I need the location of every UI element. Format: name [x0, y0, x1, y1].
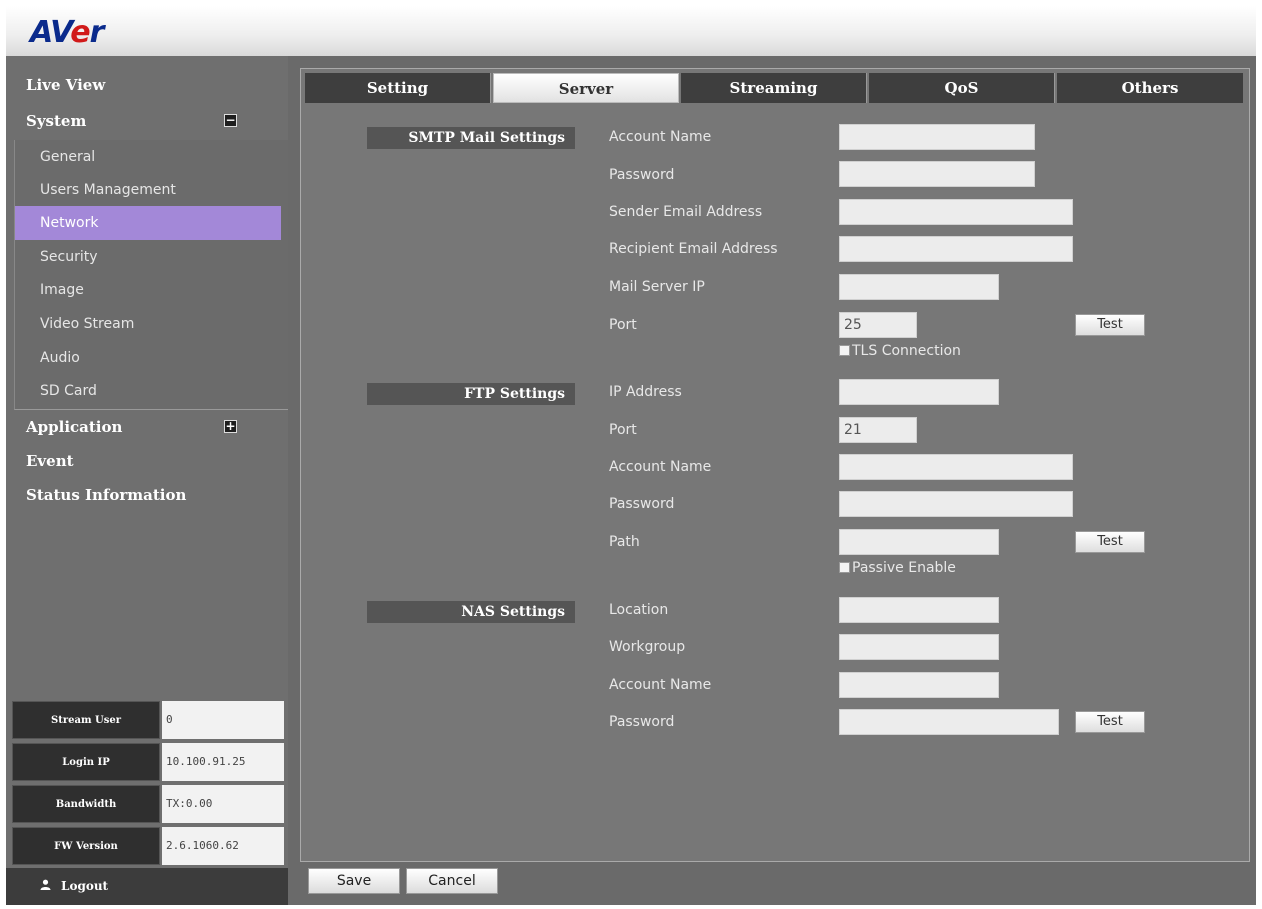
nav-event[interactable]: Event	[6, 446, 288, 476]
tls-connection-option[interactable]: TLS Connection	[839, 343, 961, 359]
ftp-ip-input[interactable]	[839, 379, 999, 405]
nas-section-label: NAS Settings	[367, 601, 575, 623]
cancel-button[interactable]: Cancel	[406, 868, 498, 894]
ftp-ip-label: IP Address	[609, 384, 682, 400]
ftp-section-label: FTP Settings	[367, 383, 575, 405]
bandwidth-label: Bandwidth	[12, 785, 160, 823]
tab-setting[interactable]: Setting	[305, 73, 491, 103]
smtp-password-label: Password	[609, 167, 675, 183]
save-button[interactable]: Save	[308, 868, 400, 894]
ftp-port-input[interactable]	[839, 417, 917, 443]
stream-user-label: Stream User	[12, 701, 160, 739]
bandwidth-value: TX:0.00	[162, 785, 284, 823]
smtp-recipient-input[interactable]	[839, 236, 1073, 262]
nav-system[interactable]: System −	[6, 106, 288, 136]
smtp-sender-label: Sender Email Address	[609, 204, 763, 220]
sidebar-item-video-stream[interactable]: Video Stream	[15, 307, 281, 341]
nav-live-view[interactable]: Live View	[6, 70, 288, 100]
nav-application-label: Application	[26, 418, 123, 436]
nas-account-name-input[interactable]	[839, 672, 999, 698]
nas-account-name-label: Account Name	[609, 677, 712, 693]
login-ip-value: 10.100.91.25	[162, 743, 284, 781]
tls-label: TLS Connection	[852, 343, 961, 359]
nav-system-label: System	[26, 112, 87, 130]
passive-checkbox[interactable]	[839, 562, 850, 573]
smtp-section-label: SMTP Mail Settings	[367, 127, 575, 149]
ftp-path-label: Path	[609, 534, 640, 550]
login-ip-row: Login IP 10.100.91.25	[12, 743, 284, 781]
expand-icon[interactable]: +	[224, 420, 237, 433]
nas-workgroup-input[interactable]	[839, 634, 999, 660]
sidebar-item-general[interactable]: General	[15, 140, 281, 174]
system-submenu: General Users Management Network Securit…	[14, 140, 288, 410]
nas-workgroup-label: Workgroup	[609, 639, 686, 655]
smtp-account-name-input[interactable]	[839, 124, 1035, 150]
nas-password-label: Password	[609, 714, 675, 730]
smtp-test-button[interactable]: Test	[1075, 314, 1145, 336]
main-frame: Live View System − General Users Managem…	[6, 56, 1256, 905]
nas-password-input[interactable]	[839, 709, 1059, 735]
ftp-port-label: Port	[609, 422, 637, 438]
passive-enable-option[interactable]: Passive Enable	[839, 560, 956, 576]
sidebar-item-security[interactable]: Security	[15, 240, 281, 274]
aver-logo: AVer	[30, 15, 104, 50]
smtp-port-label: Port	[609, 317, 637, 333]
ftp-password-input[interactable]	[839, 491, 1073, 517]
smtp-server-ip-label: Mail Server IP	[609, 279, 705, 295]
ftp-account-name-input[interactable]	[839, 454, 1073, 480]
nas-test-button[interactable]: Test	[1075, 711, 1145, 733]
sidebar-item-audio[interactable]: Audio	[15, 341, 281, 375]
login-ip-label: Login IP	[12, 743, 160, 781]
sidebar-item-image[interactable]: Image	[15, 273, 281, 307]
tab-others[interactable]: Others	[1057, 73, 1243, 103]
passive-label: Passive Enable	[852, 560, 956, 576]
ftp-password-label: Password	[609, 496, 675, 512]
stream-user-value: 0	[162, 701, 284, 739]
fw-version-label: FW Version	[12, 827, 160, 865]
nas-location-label: Location	[609, 602, 669, 618]
sidebar: Live View System − General Users Managem…	[6, 56, 288, 905]
smtp-recipient-label: Recipient Email Address	[609, 241, 778, 257]
sidebar-item-users-management[interactable]: Users Management	[15, 173, 281, 207]
collapse-icon[interactable]: −	[224, 114, 237, 127]
nav-status-information[interactable]: Status Information	[6, 480, 288, 510]
smtp-server-ip-input[interactable]	[839, 274, 999, 300]
smtp-port-input[interactable]	[839, 312, 917, 338]
fw-version-row: FW Version 2.6.1060.62	[12, 827, 284, 865]
tls-checkbox[interactable]	[839, 345, 850, 356]
nas-location-input[interactable]	[839, 597, 999, 623]
ftp-path-input[interactable]	[839, 529, 999, 555]
tab-streaming[interactable]: Streaming	[681, 73, 867, 103]
smtp-account-name-label: Account Name	[609, 129, 712, 145]
tab-server[interactable]: Server	[493, 73, 679, 103]
sidebar-item-sd-card[interactable]: SD Card	[15, 374, 281, 408]
sidebar-item-network[interactable]: Network	[15, 206, 281, 240]
bandwidth-row: Bandwidth TX:0.00	[12, 785, 284, 823]
header-bar: AVer	[6, 6, 1256, 56]
tab-qos[interactable]: QoS	[869, 73, 1055, 103]
ftp-account-name-label: Account Name	[609, 459, 712, 475]
ftp-test-button[interactable]: Test	[1075, 531, 1145, 553]
logout-label: Logout	[61, 879, 109, 893]
smtp-password-input[interactable]	[839, 161, 1035, 187]
fw-version-value: 2.6.1060.62	[162, 827, 284, 865]
content-panel: Setting Server Streaming QoS Others SMTP…	[300, 68, 1250, 862]
tab-bar: Setting Server Streaming QoS Others	[305, 73, 1245, 103]
nav-application[interactable]: Application +	[6, 412, 288, 442]
stream-user-row: Stream User 0	[12, 701, 284, 739]
smtp-sender-input[interactable]	[839, 199, 1073, 225]
logout-button[interactable]: Logout	[6, 868, 288, 905]
user-icon	[40, 868, 51, 905]
